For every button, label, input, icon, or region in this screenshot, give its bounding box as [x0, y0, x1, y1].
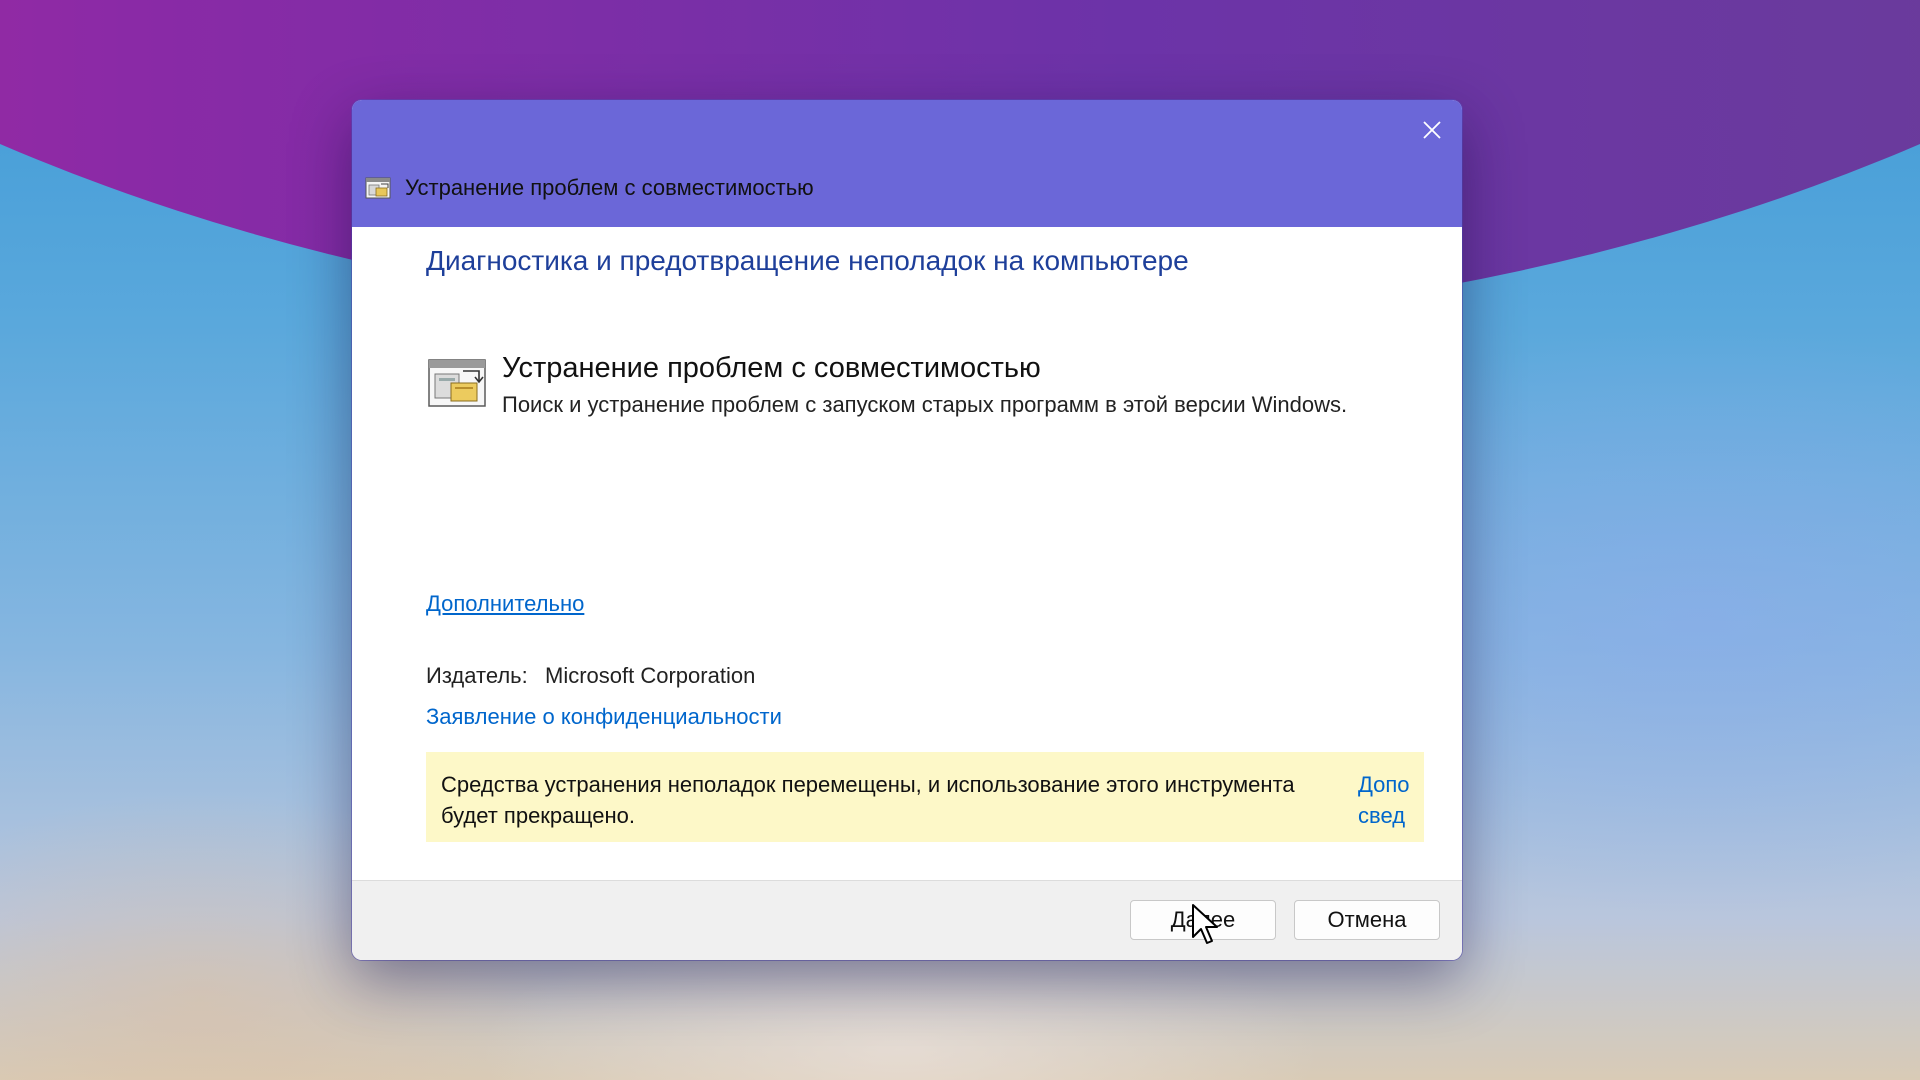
window-app-icon [365, 177, 391, 199]
notice-link-line2: свед [1358, 803, 1406, 828]
dialog-footer: Далее Отмена [352, 880, 1462, 960]
privacy-statement-link[interactable]: Заявление о конфиденциальности [426, 704, 782, 730]
notice-link-line1: Допо [1358, 772, 1410, 797]
deprecation-notice: Средства устранения неполадок перемещены… [426, 752, 1424, 842]
publisher-value: Microsoft Corporation [545, 663, 756, 688]
compatibility-troubleshooter-icon [428, 359, 486, 407]
next-button[interactable]: Далее [1130, 900, 1276, 940]
cancel-button[interactable]: Отмена [1294, 900, 1440, 940]
publisher-label: Издатель: [426, 663, 528, 688]
close-button[interactable] [1408, 108, 1456, 152]
window-title: Устранение проблем с совместимостью [405, 175, 814, 200]
notice-text: Средства устранения неполадок перемещены… [441, 772, 1295, 828]
tool-description: Поиск и устранение проблем с запуском ст… [502, 392, 1348, 417]
page-heading: Диагностика и предотвращение неполадок н… [426, 245, 1189, 276]
notice-more-info-link[interactable]: Допо свед [1358, 769, 1410, 831]
advanced-link[interactable]: Дополнительно [426, 591, 584, 617]
title-bar: Устранение проблем с совместимостью [352, 100, 1462, 227]
close-icon [1423, 121, 1441, 139]
troubleshooter-dialog: Устранение проблем с совместимостью Диаг… [352, 100, 1462, 960]
tool-title: Устранение проблем с совместимостью [502, 352, 1041, 384]
